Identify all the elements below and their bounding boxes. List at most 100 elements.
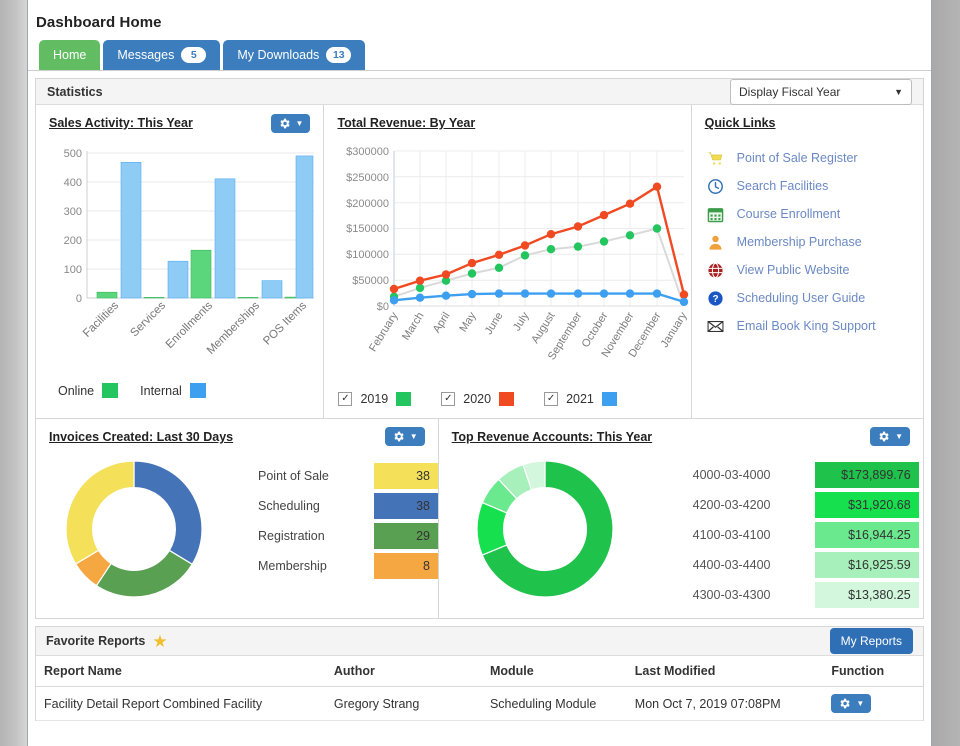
cell-author: Gregory Strang	[326, 687, 482, 721]
legend-label: 4400-03-4400	[693, 558, 815, 572]
legend-row-registration: Registration 29	[258, 523, 438, 549]
legend-value: 38	[374, 493, 438, 519]
tab-messages-label: Messages	[117, 48, 174, 62]
svg-text:POS Items: POS Items	[261, 299, 309, 347]
quick-links-title: Quick Links	[692, 105, 923, 130]
tab-home[interactable]: Home	[39, 40, 100, 70]
quick-link-search-facilities[interactable]: Search Facilities	[707, 172, 923, 200]
legend-2019-label: 2019	[360, 392, 388, 406]
row-settings-button[interactable]: ▼	[831, 694, 871, 713]
legend-value: $13,380.25	[815, 582, 919, 608]
svg-text:July: July	[511, 310, 532, 333]
legend-item-2020[interactable]: ✓ 2020	[441, 392, 514, 406]
svg-text:0: 0	[76, 293, 82, 305]
top-revenue-settings-button[interactable]: ▼	[870, 427, 910, 446]
legend-label: Membership	[258, 559, 374, 573]
chevron-down-icon: ▼	[296, 120, 304, 128]
svg-text:April: April	[431, 310, 453, 335]
tab-my-downloads-label: My Downloads	[237, 48, 319, 62]
quick-link-point-of-sale-register[interactable]: Point of Sale Register	[707, 144, 923, 172]
quick-link-view-public-website[interactable]: View Public Website	[707, 256, 923, 284]
svg-text:Services: Services	[128, 299, 168, 339]
legend-label: Scheduling	[258, 499, 374, 513]
legend-online-label: Online	[58, 384, 94, 398]
quick-link-label: Course Enrollment	[737, 207, 841, 221]
envelope-icon	[707, 317, 725, 335]
legend-value: $173,899.76	[815, 462, 919, 488]
quick-link-label: Search Facilities	[737, 179, 829, 193]
legend-value: $16,925.59	[815, 552, 919, 578]
fiscal-year-select[interactable]: Display Fiscal Year ▼	[730, 79, 912, 105]
svg-text:February: February	[367, 310, 401, 354]
legend-label: 4300-03-4300	[693, 588, 815, 602]
svg-text:March: March	[401, 310, 427, 342]
quick-link-membership-purchase[interactable]: Membership Purchase	[707, 228, 923, 256]
legend-2020-swatch	[499, 392, 514, 406]
sales-activity-card: Sales Activity: This Year ▼	[36, 105, 324, 418]
quick-link-email-book-king-support[interactable]: Email Book King Support	[707, 312, 923, 340]
svg-text:May: May	[458, 310, 479, 334]
legend-value: $31,920.68	[815, 492, 919, 518]
tab-my-downloads-badge: 13	[326, 47, 351, 63]
svg-text:200: 200	[64, 235, 82, 247]
quick-links-card: Quick Links Point of Sale Register	[692, 105, 923, 418]
quick-link-label: Scheduling User Guide	[737, 291, 866, 305]
total-revenue-card: Total Revenue: By Year	[324, 105, 691, 418]
dashboard-page: Dashboard Home Home Messages 5 My Downlo…	[0, 0, 960, 746]
quick-link-course-enrollment[interactable]: Course Enrollment	[707, 200, 923, 228]
total-revenue-title: Total Revenue: By Year	[324, 105, 690, 130]
tab-my-downloads[interactable]: My Downloads 13	[223, 40, 365, 70]
svg-text:Facilities: Facilities	[81, 299, 121, 339]
svg-text:100: 100	[64, 264, 82, 276]
legend-item-online: Online	[58, 383, 118, 398]
legend-value: 38	[374, 463, 438, 489]
invoices-created-title: Invoices Created: Last 30 Days	[36, 419, 438, 444]
top-revenue-legend-table: 4000-03-4000 $173,899.76 4200-03-4200 $3…	[693, 462, 919, 612]
table-row[interactable]: Facility Detail Report Combined Facility…	[36, 687, 923, 721]
svg-text:$150000: $150000	[347, 223, 390, 235]
legend-value: $16,944.25	[815, 522, 919, 548]
column-header-last-modified: Last Modified	[627, 656, 824, 687]
legend-row-scheduling: Scheduling 38	[258, 493, 438, 519]
legend-row-account-4100: 4100-03-4100 $16,944.25	[693, 522, 919, 548]
my-reports-button[interactable]: My Reports	[830, 628, 913, 654]
gear-icon	[278, 117, 291, 130]
legend-value: 29	[374, 523, 438, 549]
chevron-down-icon: ▼	[856, 699, 864, 708]
left-gutter	[0, 0, 28, 746]
chevron-down-icon: ▼	[895, 433, 903, 441]
fiscal-year-select-value: Display Fiscal Year	[739, 85, 840, 99]
legend-item-2019[interactable]: ✓ 2019	[338, 392, 411, 406]
legend-row-membership: Membership 8	[258, 553, 438, 579]
total-revenue-legend: ✓ 2019 ✓ 2020 ✓ 2021	[338, 392, 616, 406]
content-area: Dashboard Home Home Messages 5 My Downlo…	[28, 0, 931, 746]
column-header-function: Function	[823, 656, 923, 687]
legend-row-account-4300: 4300-03-4300 $13,380.25	[693, 582, 919, 608]
quick-link-scheduling-user-guide[interactable]: ? Scheduling User Guide	[707, 284, 923, 312]
svg-text:500: 500	[64, 148, 82, 160]
svg-text:Enrollments: Enrollments	[164, 299, 216, 351]
legend-label: 4200-03-4200	[693, 498, 815, 512]
svg-text:$0: $0	[377, 301, 389, 313]
gear-icon	[877, 430, 890, 443]
legend-2021-swatch	[602, 392, 617, 406]
legend-2021-checkbox[interactable]: ✓	[544, 392, 558, 406]
legend-label: 4000-03-4000	[693, 468, 815, 482]
top-revenue-accounts-title: Top Revenue Accounts: This Year	[439, 419, 923, 444]
gear-icon	[838, 697, 851, 710]
calendar-icon	[707, 205, 725, 223]
statistics-title: Statistics	[47, 85, 103, 99]
cell-last-modified: Mon Oct 7, 2019 07:08PM	[627, 687, 824, 721]
tab-messages[interactable]: Messages 5	[103, 40, 220, 70]
legend-2020-checkbox[interactable]: ✓	[441, 392, 455, 406]
legend-row-account-4000: 4000-03-4000 $173,899.76	[693, 462, 919, 488]
globe-icon	[707, 261, 725, 279]
quick-link-label: Point of Sale Register	[737, 151, 858, 165]
invoices-created-settings-button[interactable]: ▼	[385, 427, 425, 446]
legend-item-2021[interactable]: ✓ 2021	[544, 392, 617, 406]
sales-activity-settings-button[interactable]: ▼	[271, 114, 311, 133]
legend-value: 8	[374, 553, 438, 579]
chevron-down-icon: ▼	[410, 433, 418, 441]
legend-2019-checkbox[interactable]: ✓	[338, 392, 352, 406]
quick-link-label: Membership Purchase	[737, 235, 862, 249]
